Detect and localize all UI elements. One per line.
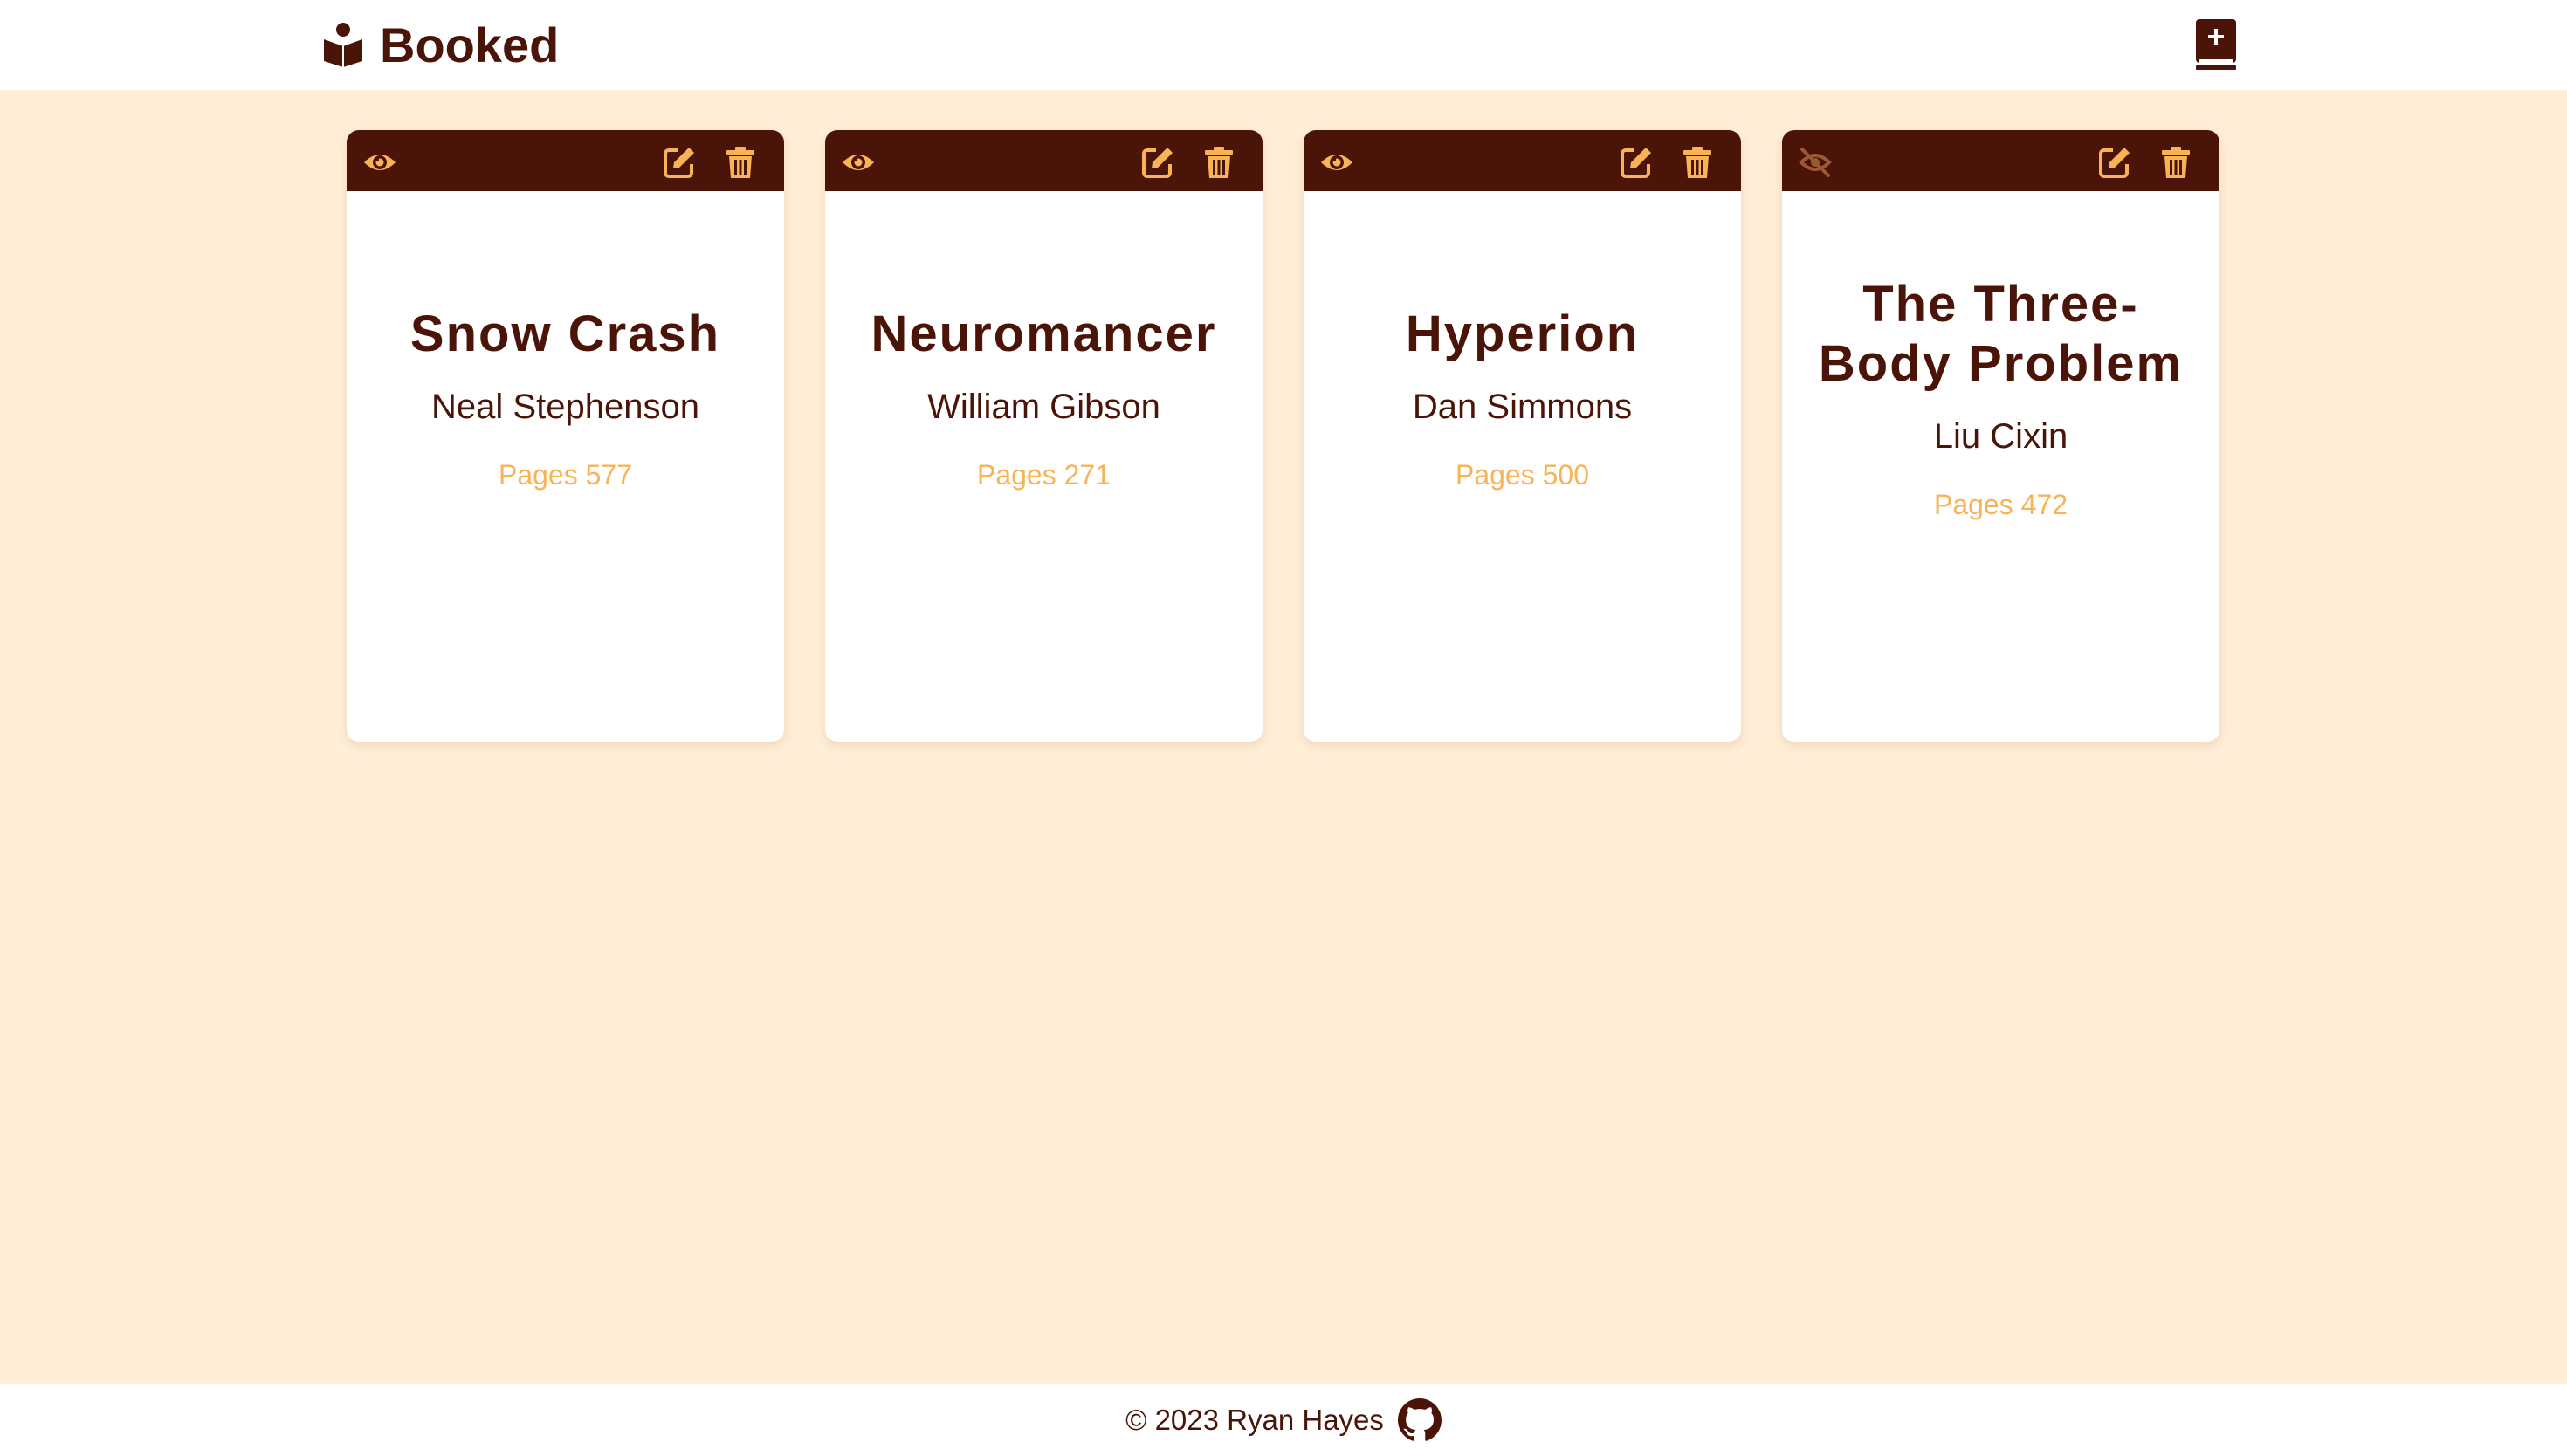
book-card: Hyperion Dan Simmons Pages 500	[1304, 130, 1741, 742]
card-body: Snow Crash Neal Stephenson Pages 577	[347, 191, 784, 742]
edit-button[interactable]	[662, 145, 697, 180]
card-toolbar	[1782, 130, 2219, 191]
delete-button[interactable]	[2158, 145, 2193, 180]
github-icon[interactable]	[1397, 1398, 1442, 1442]
card-body: Hyperion Dan Simmons Pages 500	[1304, 191, 1741, 742]
book-title: Snow Crash	[409, 305, 721, 362]
eye-icon	[364, 155, 396, 170]
delete-button[interactable]	[1201, 145, 1236, 180]
book-card: Snow Crash Neal Stephenson Pages 577	[347, 130, 784, 742]
app-footer: © 2023 Ryan Hayes	[0, 1384, 2567, 1456]
edit-button[interactable]	[2097, 145, 2132, 180]
edit-icon	[2099, 148, 2130, 178]
toggle-read-button[interactable]	[362, 145, 397, 180]
card-body: The Three-Body Problem Liu Cixin Pages 4…	[1782, 191, 2219, 742]
book-pages: Pages 577	[498, 458, 632, 491]
brand[interactable]: Booked	[322, 16, 559, 73]
book-author: Liu Cixin	[1933, 416, 2068, 456]
trash-icon	[726, 147, 754, 178]
book-card: The Three-Body Problem Liu Cixin Pages 4…	[1782, 130, 2219, 742]
trash-icon	[2162, 147, 2190, 178]
edit-button[interactable]	[1140, 145, 1175, 180]
card-toolbar	[347, 130, 784, 191]
delete-button[interactable]	[723, 145, 758, 180]
card-toolbar	[825, 130, 1263, 191]
eye-icon	[1321, 155, 1352, 170]
book-title: Neuromancer	[871, 305, 1217, 362]
trash-icon	[1205, 147, 1233, 178]
book-author: William Gibson	[927, 387, 1160, 426]
edit-icon	[1142, 148, 1173, 178]
book-pages: Pages 500	[1455, 458, 1589, 491]
app-header: Booked	[0, 0, 2567, 90]
app-name: Booked	[380, 17, 560, 72]
eye-icon	[843, 155, 874, 170]
trash-icon	[1683, 147, 1711, 178]
add-book-button[interactable]	[2196, 19, 2236, 70]
book-pages: Pages 271	[976, 458, 1111, 491]
toggle-read-button[interactable]	[841, 145, 876, 180]
book-grid: Snow Crash Neal Stephenson Pages 577 Neu…	[347, 130, 2219, 742]
toggle-read-button[interactable]	[1319, 145, 1354, 180]
book-reader-icon	[324, 23, 362, 67]
edit-icon	[1621, 148, 1651, 178]
book-card: Neuromancer William Gibson Pages 271	[825, 130, 1263, 742]
edit-button[interactable]	[1619, 145, 1654, 180]
book-title: The Three-Body Problem	[1818, 275, 2184, 392]
delete-button[interactable]	[1680, 145, 1715, 180]
book-plus-icon	[2196, 19, 2236, 70]
toggle-read-button[interactable]	[1798, 145, 1833, 180]
book-author: Neal Stephenson	[431, 387, 699, 426]
eye-slash-icon	[1799, 148, 1832, 177]
edit-icon	[664, 148, 694, 178]
book-title: Hyperion	[1405, 305, 1640, 362]
book-pages: Pages 472	[1933, 488, 2068, 520]
card-toolbar	[1304, 130, 1741, 191]
copyright-text: © 2023 Ryan Hayes	[1125, 1404, 1384, 1436]
card-body: Neuromancer William Gibson Pages 271	[825, 191, 1263, 742]
book-author: Dan Simmons	[1412, 387, 1633, 426]
